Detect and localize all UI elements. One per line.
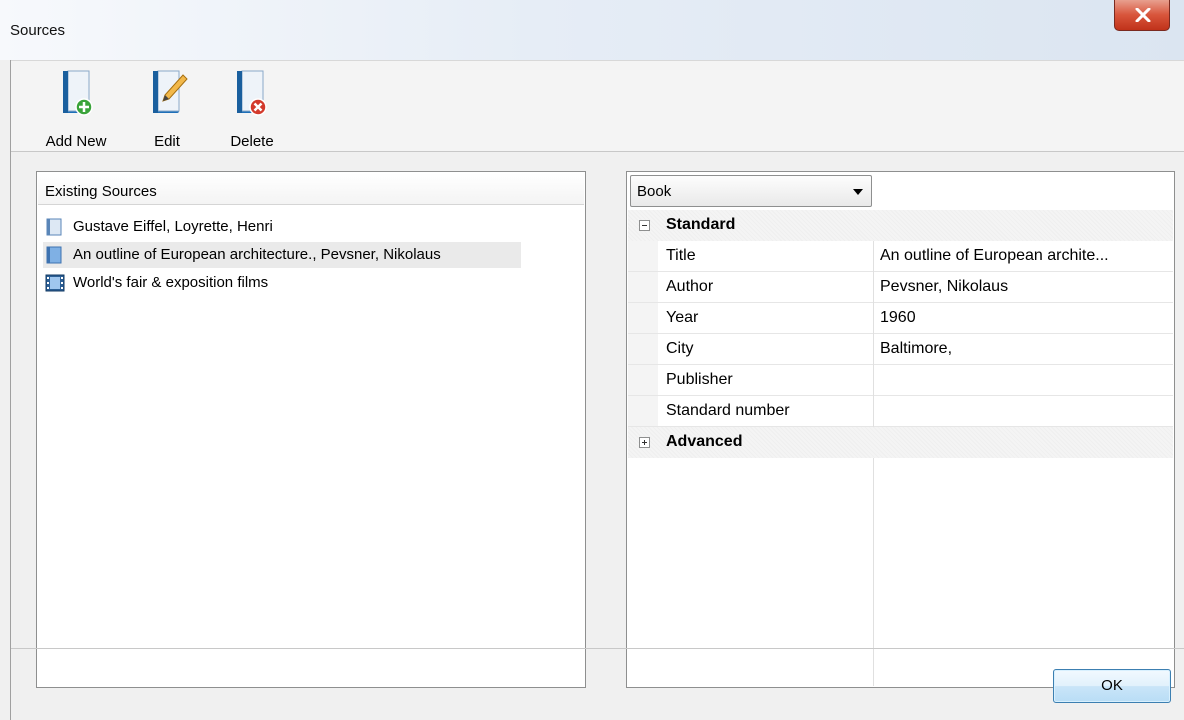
list-header-label: Existing Sources bbox=[45, 183, 157, 200]
property-row-city[interactable]: City Baltimore, bbox=[628, 334, 1173, 365]
book-delete-icon bbox=[233, 69, 269, 121]
list-item[interactable]: Gustave Eiffel, Loyrette, Henri bbox=[43, 214, 273, 240]
add-new-label: Add New bbox=[45, 133, 107, 150]
list-item-label: World's fair & exposition films bbox=[73, 274, 269, 291]
list-item-label: An outline of European architecture., Pe… bbox=[73, 246, 441, 263]
property-row-year[interactable]: Year 1960 bbox=[628, 303, 1173, 334]
book-icon bbox=[45, 246, 63, 273]
title-bar: Sources bbox=[0, 0, 1184, 60]
category-label: Advanced bbox=[666, 433, 743, 450]
collapse-icon[interactable] bbox=[639, 220, 650, 231]
close-x-icon bbox=[1135, 8, 1151, 22]
ok-button[interactable]: OK bbox=[1053, 669, 1171, 703]
column-divider bbox=[873, 241, 874, 427]
category-advanced[interactable]: Advanced bbox=[628, 427, 1173, 458]
property-row-author[interactable]: Author Pevsner, Nikolaus bbox=[628, 272, 1173, 303]
window-title: Sources bbox=[10, 22, 66, 39]
dialog-body: Add New Edit Delete Existing Sources Gus… bbox=[10, 60, 1184, 720]
delete-label: Delete bbox=[230, 133, 274, 150]
list-item[interactable]: World's fair & exposition films bbox=[43, 270, 268, 296]
toolbar: Add New Edit Delete bbox=[11, 60, 1184, 152]
property-value[interactable]: Baltimore, bbox=[880, 340, 952, 358]
footer-separator bbox=[11, 648, 1184, 649]
property-name: Standard number bbox=[666, 402, 790, 419]
property-name: City bbox=[666, 340, 694, 357]
property-value[interactable]: 1960 bbox=[880, 309, 916, 327]
list-item-label: Gustave Eiffel, Loyrette, Henri bbox=[73, 218, 273, 235]
book-edit-pencil-icon bbox=[149, 69, 189, 121]
source-type-select[interactable]: Book bbox=[630, 175, 872, 207]
property-row-title[interactable]: Title An outline of European archite... bbox=[628, 241, 1173, 272]
source-details-panel: Book Standard Title An outline of Europe… bbox=[626, 171, 1175, 688]
book-icon bbox=[45, 218, 63, 245]
chevron-down-icon bbox=[853, 189, 863, 195]
property-name: Author bbox=[666, 278, 714, 295]
property-row-publisher[interactable]: Publisher bbox=[628, 365, 1173, 396]
close-button[interactable] bbox=[1114, 0, 1170, 31]
list-item-selected[interactable]: An outline of European architecture., Pe… bbox=[43, 242, 521, 268]
book-add-icon bbox=[59, 69, 95, 121]
source-type-value: Book bbox=[637, 183, 672, 200]
property-name: Title bbox=[666, 247, 696, 264]
category-label: Standard bbox=[666, 216, 736, 233]
property-value[interactable]: Pevsner, Nikolaus bbox=[880, 278, 1008, 296]
column-divider bbox=[873, 458, 874, 686]
expand-icon[interactable] bbox=[639, 437, 650, 448]
category-standard[interactable]: Standard bbox=[628, 210, 1173, 241]
edit-button[interactable]: Edit bbox=[139, 67, 195, 151]
property-row-standard-number[interactable]: Standard number bbox=[628, 396, 1173, 427]
delete-button[interactable]: Delete bbox=[217, 67, 287, 151]
property-name: Year bbox=[666, 309, 699, 326]
property-name: Publisher bbox=[666, 371, 733, 388]
edit-label: Edit bbox=[154, 133, 180, 150]
add-new-button[interactable]: Add New bbox=[31, 67, 121, 151]
list-header: Existing Sources bbox=[38, 173, 584, 205]
property-value[interactable]: An outline of European archite... bbox=[880, 247, 1109, 265]
existing-sources-list[interactable]: Existing Sources Gustave Eiffel, Loyrett… bbox=[36, 171, 586, 688]
film-icon bbox=[45, 274, 65, 301]
